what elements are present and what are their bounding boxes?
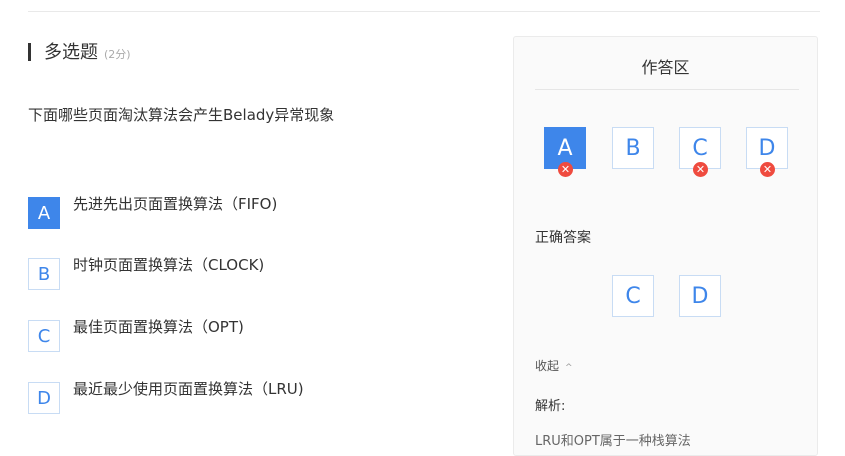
- option-a[interactable]: A 先进先出页面置换算法（FIFO): [28, 195, 278, 229]
- answer-card-d-letter: D: [758, 135, 776, 161]
- correct-answer-c: C: [612, 275, 654, 317]
- correct-answer-c-letter: C: [625, 283, 641, 309]
- answer-card-c[interactable]: C ✕: [679, 127, 721, 177]
- wrong-x-icon: ✕: [693, 162, 708, 177]
- answer-card-b[interactable]: B: [612, 127, 654, 169]
- answer-panel-title: 作答区: [641, 58, 690, 77]
- answer-card-c-letter: C: [692, 135, 708, 161]
- option-b[interactable]: B 时钟页面置换算法（CLOCK): [28, 256, 265, 290]
- option-c-text: 最佳页面置换算法（OPT): [73, 318, 244, 336]
- chevron-up-icon: ^: [565, 363, 573, 373]
- analysis-text: LRU和OPT属于一种栈算法: [535, 434, 691, 449]
- question-score: (2分): [104, 48, 131, 61]
- option-d-text: 最近最少使用页面置换算法（LRU): [73, 380, 304, 398]
- top-divider: [28, 11, 820, 12]
- wrong-x-icon: ✕: [760, 162, 775, 177]
- option-c-letter-box[interactable]: C: [28, 320, 60, 352]
- collapse-toggle[interactable]: 收起 ^: [535, 357, 573, 374]
- answer-panel: 作答区 A ✕ B C ✕ D ✕ 正确答案 C D 收起 ^ 解析: LRU和O…: [513, 36, 818, 456]
- answer-card-a-letter: A: [557, 135, 573, 161]
- wrong-x-icon: ✕: [558, 162, 573, 177]
- option-a-text: 先进先出页面置换算法（FIFO): [73, 195, 278, 213]
- option-c[interactable]: C 最佳页面置换算法（OPT): [28, 318, 244, 352]
- answer-card-a[interactable]: A ✕: [544, 127, 586, 177]
- correct-answer-label: 正确答案: [535, 230, 591, 246]
- option-d-letter-box[interactable]: D: [28, 382, 60, 414]
- answer-card-b-letter: B: [625, 135, 641, 161]
- correct-answer-d-letter: D: [691, 283, 709, 309]
- question-stem: 下面哪些页面淘汰算法会产生Belady异常现象: [28, 106, 335, 124]
- analysis-label: 解析:: [535, 399, 566, 414]
- collapse-label: 收起: [535, 359, 560, 373]
- option-b-text: 时钟页面置换算法（CLOCK): [73, 256, 265, 274]
- question-header: 多选题 (2分): [28, 38, 131, 64]
- correct-answer-d: D: [679, 275, 721, 317]
- title-accent-bar: [28, 43, 31, 61]
- option-b-letter-box[interactable]: B: [28, 258, 60, 290]
- option-d[interactable]: D 最近最少使用页面置换算法（LRU): [28, 380, 304, 414]
- panel-divider: [535, 89, 799, 90]
- question-type: 多选题: [44, 42, 98, 63]
- option-a-letter-box[interactable]: A: [28, 197, 60, 229]
- answer-card-d[interactable]: D ✕: [746, 127, 788, 177]
